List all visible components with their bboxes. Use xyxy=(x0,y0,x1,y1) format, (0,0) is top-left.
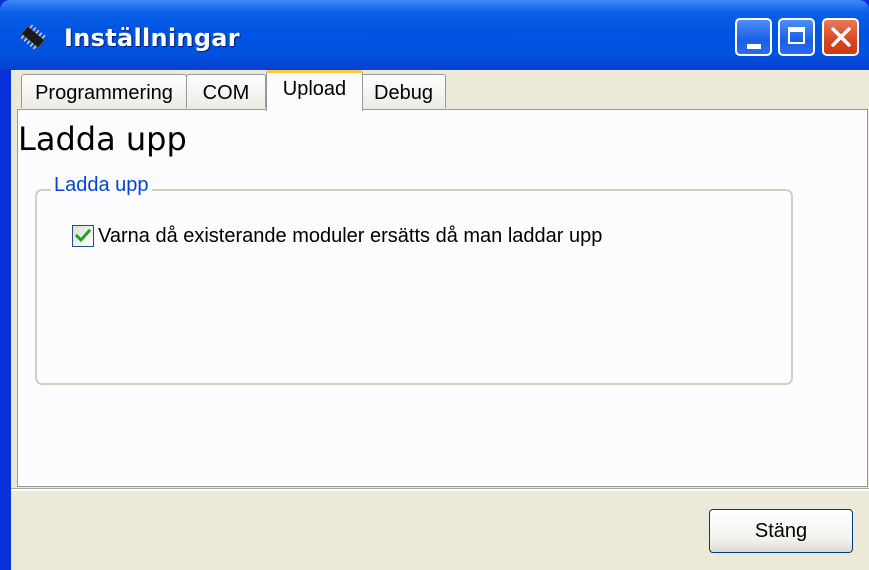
close-icon xyxy=(831,27,851,47)
minimize-icon xyxy=(747,44,761,49)
microchip-icon xyxy=(20,24,46,50)
checkmark-icon xyxy=(75,228,91,243)
settings-window: Inställningar Programmering COM Debug Up… xyxy=(0,0,869,570)
page-title: Ladda upp xyxy=(18,120,187,158)
tab-com[interactable]: COM xyxy=(186,74,266,108)
tab-programmering[interactable]: Programmering xyxy=(21,74,187,108)
group-label: Ladda upp xyxy=(51,174,152,197)
tab-debug[interactable]: Debug xyxy=(361,74,446,108)
footer-divider xyxy=(11,488,869,491)
close-window-button[interactable] xyxy=(822,18,859,56)
tab-upload[interactable]: Upload xyxy=(266,70,363,111)
window-border xyxy=(0,70,11,570)
tab-strip: Programmering COM Debug Upload xyxy=(11,70,869,111)
maximize-icon xyxy=(788,27,805,44)
upload-group-box xyxy=(35,189,793,385)
dialog-body: Programmering COM Debug Upload Ladda upp… xyxy=(11,70,869,570)
tab-panel-upload: Ladda upp Ladda upp Varna då existerande… xyxy=(17,109,868,487)
title-bar[interactable]: Inställningar xyxy=(0,0,869,70)
warn-replace-label[interactable]: Varna då existerande moduler ersätts då … xyxy=(98,225,602,248)
close-button[interactable]: Stäng xyxy=(709,509,853,553)
minimize-button[interactable] xyxy=(735,18,772,56)
warn-replace-checkbox[interactable] xyxy=(72,225,94,247)
maximize-button[interactable] xyxy=(778,18,815,56)
window-title: Inställningar xyxy=(64,24,240,52)
